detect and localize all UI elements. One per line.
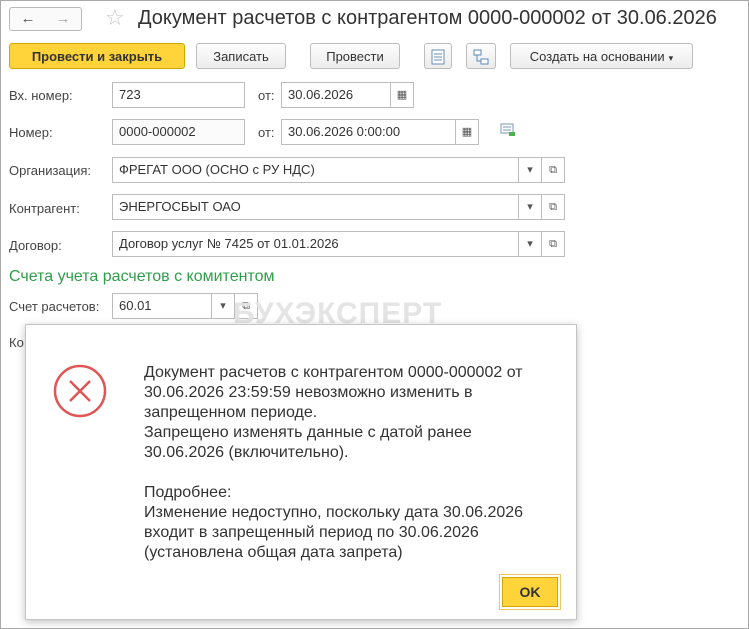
comment-icon[interactable] [500,123,516,140]
clipped-label: Ко [9,335,24,350]
open-icon[interactable]: ⧉ [541,194,565,220]
dropdown-arrow-icon[interactable]: ▾ [518,231,542,257]
forward-arrow-icon[interactable]: → [45,7,82,31]
counterparty-field[interactable]: ЭНЕРГОСБЫТ ОАО [112,194,519,220]
create-based-on-button[interactable]: Создать на основании ▾ [510,43,693,69]
number-field[interactable]: 0000-000002 [112,119,245,145]
dialog-line [144,463,564,483]
contract-field[interactable]: Договор услуг № 7425 от 01.01.2026 [112,231,519,257]
calendar-icon[interactable]: ▦ [455,119,479,145]
dialog-line: входит в запрещенный период по 30.06.202… [144,524,479,541]
account-field[interactable]: 60.01 [112,293,212,319]
dialog-line: 30.06.2026 23:59:59 невозможно изменить … [144,384,473,401]
organization-field[interactable]: ФРЕГАТ ООО (ОСНО с РУ НДС) [112,157,519,183]
dialog-line: Документ расчетов с контрагентом 0000-00… [144,364,523,381]
in-number-label: Вх. номер: [9,88,73,103]
save-button[interactable]: Записать [196,43,286,69]
date-field[interactable]: 30.06.2026 0:00:00 [281,119,456,145]
document-title: Документ расчетов с контрагентом 0000-00… [138,7,717,29]
ok-button[interactable]: OK [499,574,561,610]
number-label: Номер: [9,125,53,140]
dropdown-arrow-icon[interactable]: ▾ [211,293,235,319]
dropdown-arrow-icon[interactable]: ▾ [518,194,542,220]
dialog-line: (установлена общая дата запрета) [144,544,403,561]
post-button[interactable]: Провести [310,43,400,69]
dialog-message: Документ расчетов с контрагентом 0000-00… [144,363,564,563]
contract-label: Договор: [9,238,62,253]
in-date-label: от: [258,88,275,103]
post-and-close-button[interactable]: Провести и закрыть [9,43,185,69]
dialog-line: Изменение недоступно, поскольку дата 30.… [144,504,524,521]
open-icon[interactable]: ⧉ [541,231,565,257]
in-date-field[interactable]: 30.06.2026 [281,82,391,108]
organization-label: Организация: [9,163,92,178]
dropdown-arrow-icon[interactable]: ▾ [518,157,542,183]
dialog-line: Запрещено изменять данные с датой ранее [144,424,472,441]
dialog-line: 30.06.2026 (включительно). [144,444,349,461]
date-label: от: [258,125,275,140]
error-circle-icon [53,364,107,418]
calendar-icon[interactable]: ▦ [390,82,414,108]
in-number-field[interactable]: 723 [112,82,245,108]
structure-icon[interactable] [466,43,496,69]
open-icon[interactable]: ⧉ [541,157,565,183]
create-based-on-label: Создать на основании [529,49,665,64]
section-title: Счета учета расчетов с комитентом [9,268,275,285]
account-label: Счет расчетов: [9,299,100,314]
document-window: ← → ☆ Документ расчетов с контрагентом 0… [0,0,749,629]
dialog-line: Подробнее: [144,484,232,501]
list-icon[interactable] [424,43,452,69]
chevron-down-icon: ▾ [668,53,674,63]
favorite-star-icon[interactable]: ☆ [105,5,125,31]
dialog-line: запрещенном периоде. [144,404,318,421]
back-arrow-icon[interactable]: ← [9,7,47,31]
error-dialog: Документ расчетов с контрагентом 0000-00… [25,324,577,620]
counterparty-label: Контрагент: [9,201,80,216]
